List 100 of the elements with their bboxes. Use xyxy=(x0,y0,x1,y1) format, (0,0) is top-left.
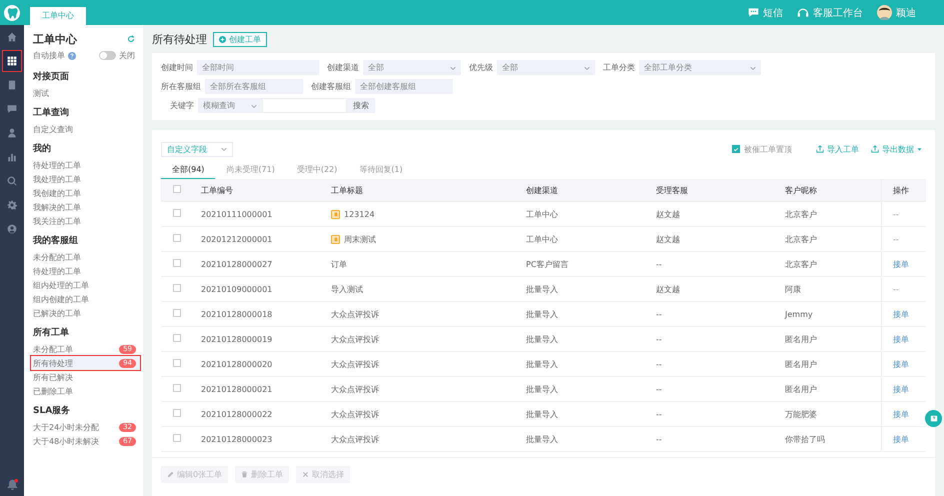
nav-item[interactable]: 未分配的工单 xyxy=(31,250,140,264)
grid-icon[interactable] xyxy=(2,50,22,72)
nav-item[interactable]: 测试 xyxy=(31,86,140,100)
table-cell: 批量导入 xyxy=(526,310,558,318)
filter-select[interactable]: 全部所在客服组 xyxy=(205,79,303,94)
nav-item[interactable]: 我解决的工单 xyxy=(31,200,140,214)
filter-select[interactable]: 全部 xyxy=(497,60,595,75)
auto-accept-label: 自动接单 xyxy=(33,50,65,61)
nav-item[interactable]: 我创建的工单 xyxy=(31,186,140,200)
trash-icon xyxy=(241,470,248,478)
table-cell: -- xyxy=(893,284,899,294)
table-cell: -- xyxy=(656,410,662,418)
table-cell: -- xyxy=(656,434,662,444)
table-cell: -- xyxy=(893,234,899,244)
nav-item[interactable]: 组内创建的工单 xyxy=(31,292,140,306)
headset-icon[interactable] xyxy=(797,6,809,18)
nav-item[interactable]: 待处理的工单 xyxy=(31,158,140,172)
caret-icon xyxy=(450,64,456,70)
create-button[interactable]: 创建工单 xyxy=(213,32,267,46)
avatar-icon[interactable] xyxy=(877,5,892,20)
top-link[interactable]: 短信 xyxy=(763,6,783,20)
checkbox[interactable] xyxy=(173,309,181,317)
checkbox[interactable] xyxy=(173,284,181,292)
table-cell: 20201212000001 xyxy=(201,234,272,244)
table-cell: 20210128000022 xyxy=(201,410,272,418)
checkbox[interactable] xyxy=(173,185,181,193)
table-cell: Jemmy xyxy=(785,310,813,318)
filter-select[interactable]: 全部创建客服组 xyxy=(355,79,453,94)
checkbox[interactable] xyxy=(173,259,181,267)
mode-select[interactable]: 模糊查询 xyxy=(198,98,262,113)
checkbox[interactable] xyxy=(173,209,181,217)
checkbox[interactable] xyxy=(173,409,181,417)
filter-select[interactable]: 全部工单分类 xyxy=(639,60,761,75)
checkbox-label: 被催工单置顶 xyxy=(744,144,792,154)
table-cell: 周末测试 xyxy=(344,234,376,244)
table-cell: 赵文越 xyxy=(656,284,680,294)
table-cell: -- xyxy=(656,334,662,344)
filter-select[interactable]: 全部 xyxy=(363,60,461,75)
bell-icon[interactable] xyxy=(6,479,18,490)
search-button[interactable]: 搜索 xyxy=(347,98,375,113)
nav-item[interactable]: 已解决的工单 xyxy=(31,306,140,320)
refresh-icon[interactable] xyxy=(127,35,135,43)
user-name[interactable]: 颖迪 xyxy=(896,6,916,20)
toggle-switch[interactable] xyxy=(99,51,116,60)
custom-field-select[interactable]: 自定义字段 xyxy=(161,142,233,156)
tab[interactable]: 等待回复(1) xyxy=(348,162,414,179)
table-cell: 你带拾了吗 xyxy=(785,434,825,444)
tab[interactable]: 尚未受理(71) xyxy=(215,162,286,179)
table-cell: 工单中心 xyxy=(526,210,558,218)
accept-link[interactable]: 接单 xyxy=(893,434,909,444)
caret-icon xyxy=(221,146,227,152)
accept-link[interactable]: 接单 xyxy=(893,384,909,394)
accept-link[interactable]: 接单 xyxy=(893,358,909,370)
nav-item[interactable]: 所有已解决 xyxy=(31,370,140,384)
nav-item[interactable]: 待处理的工单 xyxy=(31,264,140,278)
nav-item[interactable]: 我关注的工单 xyxy=(31,214,140,228)
section-title: SLA服务 xyxy=(33,404,72,418)
checkbox[interactable] xyxy=(173,334,181,342)
checkbox[interactable] xyxy=(173,359,181,367)
nav-title: 工单中心 xyxy=(33,32,77,46)
table-cell: 北京客户 xyxy=(785,260,817,268)
top-tab[interactable]: 工单中心 xyxy=(30,7,86,25)
accept-link[interactable]: 接单 xyxy=(893,308,909,320)
table-cell: 赵文越 xyxy=(656,210,680,218)
table-cell: 导入测试 xyxy=(331,284,363,294)
accept-link[interactable]: 接单 xyxy=(893,258,909,270)
help-icon[interactable] xyxy=(68,52,76,60)
table-cell: 北京客户 xyxy=(785,210,817,218)
table-cell: 大众点评投诉 xyxy=(331,358,379,370)
import-button[interactable]: 导入工单 xyxy=(812,144,863,154)
export-button[interactable]: 导出数据 xyxy=(867,144,926,154)
table-cell: 批量导入 xyxy=(526,384,558,394)
column-header: 客户昵称 xyxy=(785,186,817,194)
top-link[interactable]: 客服工作台 xyxy=(813,6,863,20)
nav-item[interactable]: 自定义查询 xyxy=(31,122,140,136)
table-cell: 订单 xyxy=(331,258,347,270)
table-cell: 北京客户 xyxy=(785,234,817,244)
chat-icon[interactable] xyxy=(748,7,759,18)
table-cell: PC客户留言 xyxy=(526,260,568,268)
nav-item[interactable]: 我处理的工单 xyxy=(31,172,140,186)
accept-link[interactable]: 接单 xyxy=(893,334,909,344)
filter-select[interactable]: 全部时间 xyxy=(197,60,319,75)
filter-label: 关键字 xyxy=(170,100,194,111)
checkbox[interactable] xyxy=(732,145,740,153)
tab[interactable]: 受理中(22) xyxy=(286,162,348,179)
nav-item[interactable]: 组内处理的工单 xyxy=(31,278,140,292)
checkbox[interactable] xyxy=(173,434,181,442)
checkbox[interactable] xyxy=(173,234,181,242)
help-button[interactable] xyxy=(925,410,942,427)
filter-label: 创建时间 xyxy=(161,62,193,73)
nav-item[interactable]: 已删除工单 xyxy=(31,384,140,398)
table-cell: 大众点评投诉 xyxy=(331,308,379,320)
table-cell: 批量导入 xyxy=(526,334,558,344)
checkbox[interactable] xyxy=(173,384,181,392)
upload-icon xyxy=(816,145,824,153)
accept-link[interactable]: 接单 xyxy=(893,408,909,420)
table-cell: 工单中心 xyxy=(526,234,558,244)
table-cell: 赵文越 xyxy=(656,234,680,244)
column-header: 工单标题 xyxy=(331,184,363,196)
table-cell: 20210111000001 xyxy=(201,210,272,218)
